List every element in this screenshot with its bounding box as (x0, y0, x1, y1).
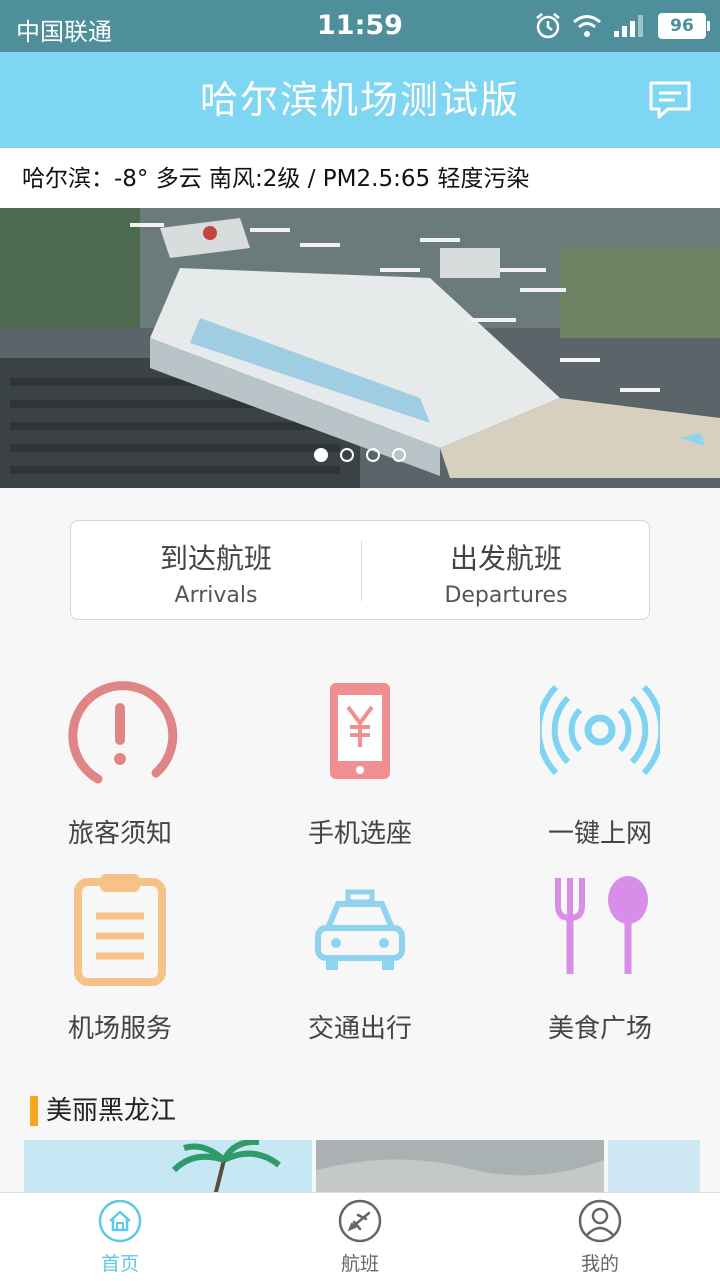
wifi-status-icon (573, 15, 601, 37)
alarm-icon (536, 13, 560, 39)
arrivals-button[interactable]: 到达航班 Arrivals (71, 521, 361, 621)
home-icon (98, 1199, 142, 1243)
service-wifi[interactable]: 一键上网 (480, 675, 720, 865)
service-food[interactable]: 美食广场 (480, 870, 720, 1060)
tab-label: 航班 (340, 1253, 379, 1275)
service-passenger-notice[interactable]: 旅客须知 (0, 675, 240, 865)
arrivals-sublabel: Arrivals (174, 583, 258, 608)
landscape-image (316, 1140, 604, 1200)
tab-label: 我的 (580, 1253, 619, 1275)
departures-label: 出发航班 (449, 542, 562, 575)
clipboard-icon (74, 874, 166, 986)
departures-sublabel: Departures (444, 583, 568, 608)
service-label: 一键上网 (547, 819, 652, 849)
wifi-icon (540, 684, 660, 776)
carousel-dot[interactable] (314, 448, 328, 462)
notice-icon (68, 681, 178, 784)
sky-image (608, 1140, 700, 1200)
service-label: 交通出行 (307, 1014, 412, 1044)
service-airport[interactable]: 机场服务 (0, 870, 240, 1060)
banner-carousel[interactable] (0, 208, 720, 488)
weather-info: 哈尔滨：-8° 多云 南风:2级 / PM2.5:65 轻度污染 (0, 148, 720, 208)
service-seat-selection[interactable]: 手机选座 (240, 675, 480, 865)
service-label: 旅客须知 (67, 819, 172, 849)
carousel-dot[interactable] (340, 448, 354, 462)
carousel-dot[interactable] (366, 448, 380, 462)
user-icon (578, 1199, 622, 1243)
bottom-tab-bar: 首页 航班 我的 (0, 1192, 720, 1281)
service-label: 美食广场 (547, 1014, 652, 1044)
battery-indicator: 96 (658, 13, 710, 39)
service-label: 机场服务 (67, 1014, 172, 1044)
tab-label: 首页 (100, 1253, 139, 1275)
status-bar: 中国联通 11:59 96 (0, 0, 720, 52)
gallery-image[interactable] (608, 1140, 700, 1200)
taxi-icon (315, 889, 405, 970)
section-title: 美丽黑龙江 (30, 1096, 176, 1126)
phone-seat-icon (330, 683, 390, 779)
title-bar: 哈尔滨机场测试版 (0, 52, 720, 148)
carousel-dots (0, 447, 720, 466)
service-label: 手机选座 (307, 819, 412, 849)
signal-icon (614, 15, 643, 37)
gallery-image[interactable] (24, 1140, 312, 1200)
carousel-dot[interactable] (392, 448, 406, 462)
page-title: 哈尔滨机场测试版 (199, 78, 520, 122)
tab-home[interactable]: 首页 (0, 1193, 240, 1281)
departures-button[interactable]: 出发航班 Departures (361, 521, 651, 621)
gallery-image[interactable] (316, 1140, 604, 1200)
arrivals-label: 到达航班 (159, 542, 272, 575)
status-icons: 96 (534, 12, 710, 40)
tab-profile[interactable]: 我的 (480, 1193, 720, 1281)
message-icon[interactable] (648, 80, 692, 120)
tab-flights[interactable]: 航班 (240, 1193, 480, 1281)
palm-image (24, 1140, 312, 1200)
service-transport[interactable]: 交通出行 (240, 870, 480, 1060)
plane-icon (338, 1199, 382, 1243)
fork-spoon-icon (555, 876, 648, 974)
flight-selector: 到达航班 Arrivals 出发航班 Departures (70, 520, 650, 620)
airport-banner-image (0, 208, 720, 488)
